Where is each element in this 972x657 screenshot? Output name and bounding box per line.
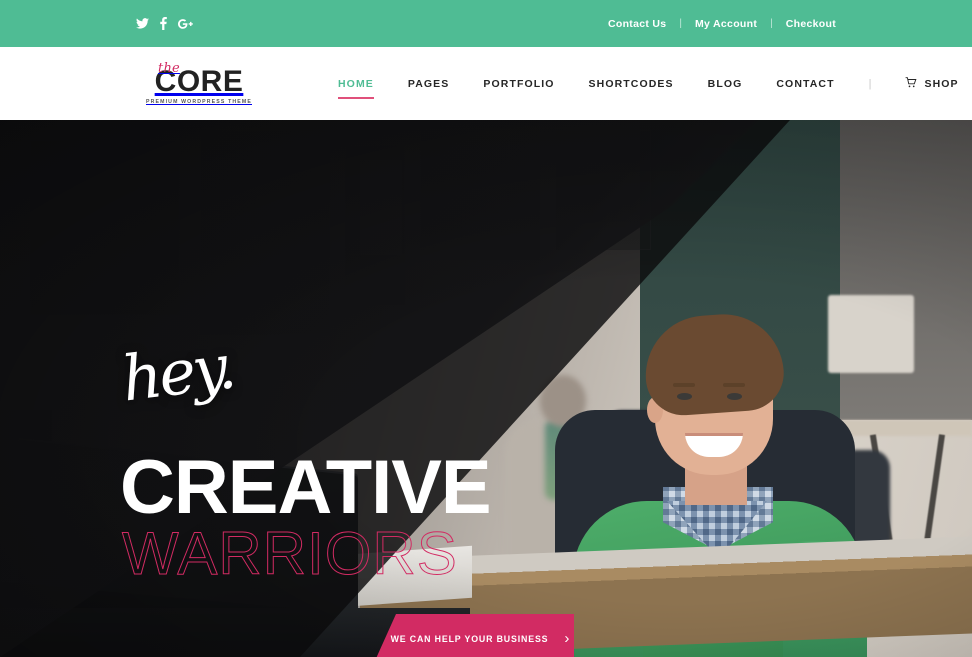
site-header: the CORE PREMIUM WORDPRESS THEME HOME PA… <box>0 47 972 120</box>
top-link-separator-1: | <box>679 17 683 29</box>
page-root: Contact Us | My Account | Checkout the C… <box>0 0 972 657</box>
nav-item-portfolio[interactable]: PORTFOLIO <box>483 78 554 90</box>
hero-cta-button[interactable]: WE CAN HELP YOUR BUSINESS › <box>374 614 574 657</box>
hero-banner: hey. CREATIVE WARRIORS WE CAN HELP YOUR … <box>0 120 972 657</box>
top-utility-bar-inner: Contact Us | My Account | Checkout <box>136 17 836 30</box>
nav-item-contact[interactable]: CONTACT <box>776 78 834 90</box>
site-header-inner: the CORE PREMIUM WORDPRESS THEME HOME PA… <box>0 47 972 120</box>
nav-item-shop[interactable]: SHOP <box>905 75 958 93</box>
facebook-icon[interactable] <box>160 17 167 30</box>
hero-content: hey. CREATIVE WARRIORS WE CAN HELP YOUR … <box>0 120 972 657</box>
google-plus-icon[interactable] <box>178 18 193 30</box>
nav-item-home[interactable]: HOME <box>338 78 374 99</box>
main-navigation: HOME PAGES PORTFOLIO SHORTCODES BLOG CON… <box>338 47 972 120</box>
nav-shop-label[interactable]: SHOP <box>924 78 958 90</box>
nav-item-blog[interactable]: BLOG <box>708 78 743 90</box>
hero-subheadline: WARRIORS <box>122 520 458 587</box>
logo-tagline: PREMIUM WORDPRESS THEME <box>146 99 252 105</box>
contact-us-link[interactable]: Contact Us <box>608 18 666 30</box>
hero-script-text: hey. <box>117 329 238 416</box>
cart-icon <box>905 75 917 93</box>
my-account-link[interactable]: My Account <box>695 18 757 30</box>
top-utility-bar: Contact Us | My Account | Checkout <box>0 0 972 47</box>
social-links <box>136 17 193 30</box>
nav-item-pages[interactable]: PAGES <box>408 78 449 90</box>
nav-divider-1: | <box>868 77 872 90</box>
twitter-icon[interactable] <box>136 18 149 29</box>
top-link-separator-2: | <box>770 17 773 29</box>
hero-headline: CREATIVE <box>120 445 492 530</box>
chevron-right-icon: › <box>564 630 570 647</box>
site-logo[interactable]: the CORE PREMIUM WORDPRESS THEME <box>140 60 258 105</box>
checkout-link[interactable]: Checkout <box>786 18 836 30</box>
hero-cta-label: WE CAN HELP YOUR BUSINESS <box>390 633 549 644</box>
logo-the-text: the <box>158 61 180 76</box>
top-utility-links: Contact Us | My Account | Checkout <box>608 18 836 30</box>
nav-item-shortcodes[interactable]: SHORTCODES <box>589 78 674 90</box>
